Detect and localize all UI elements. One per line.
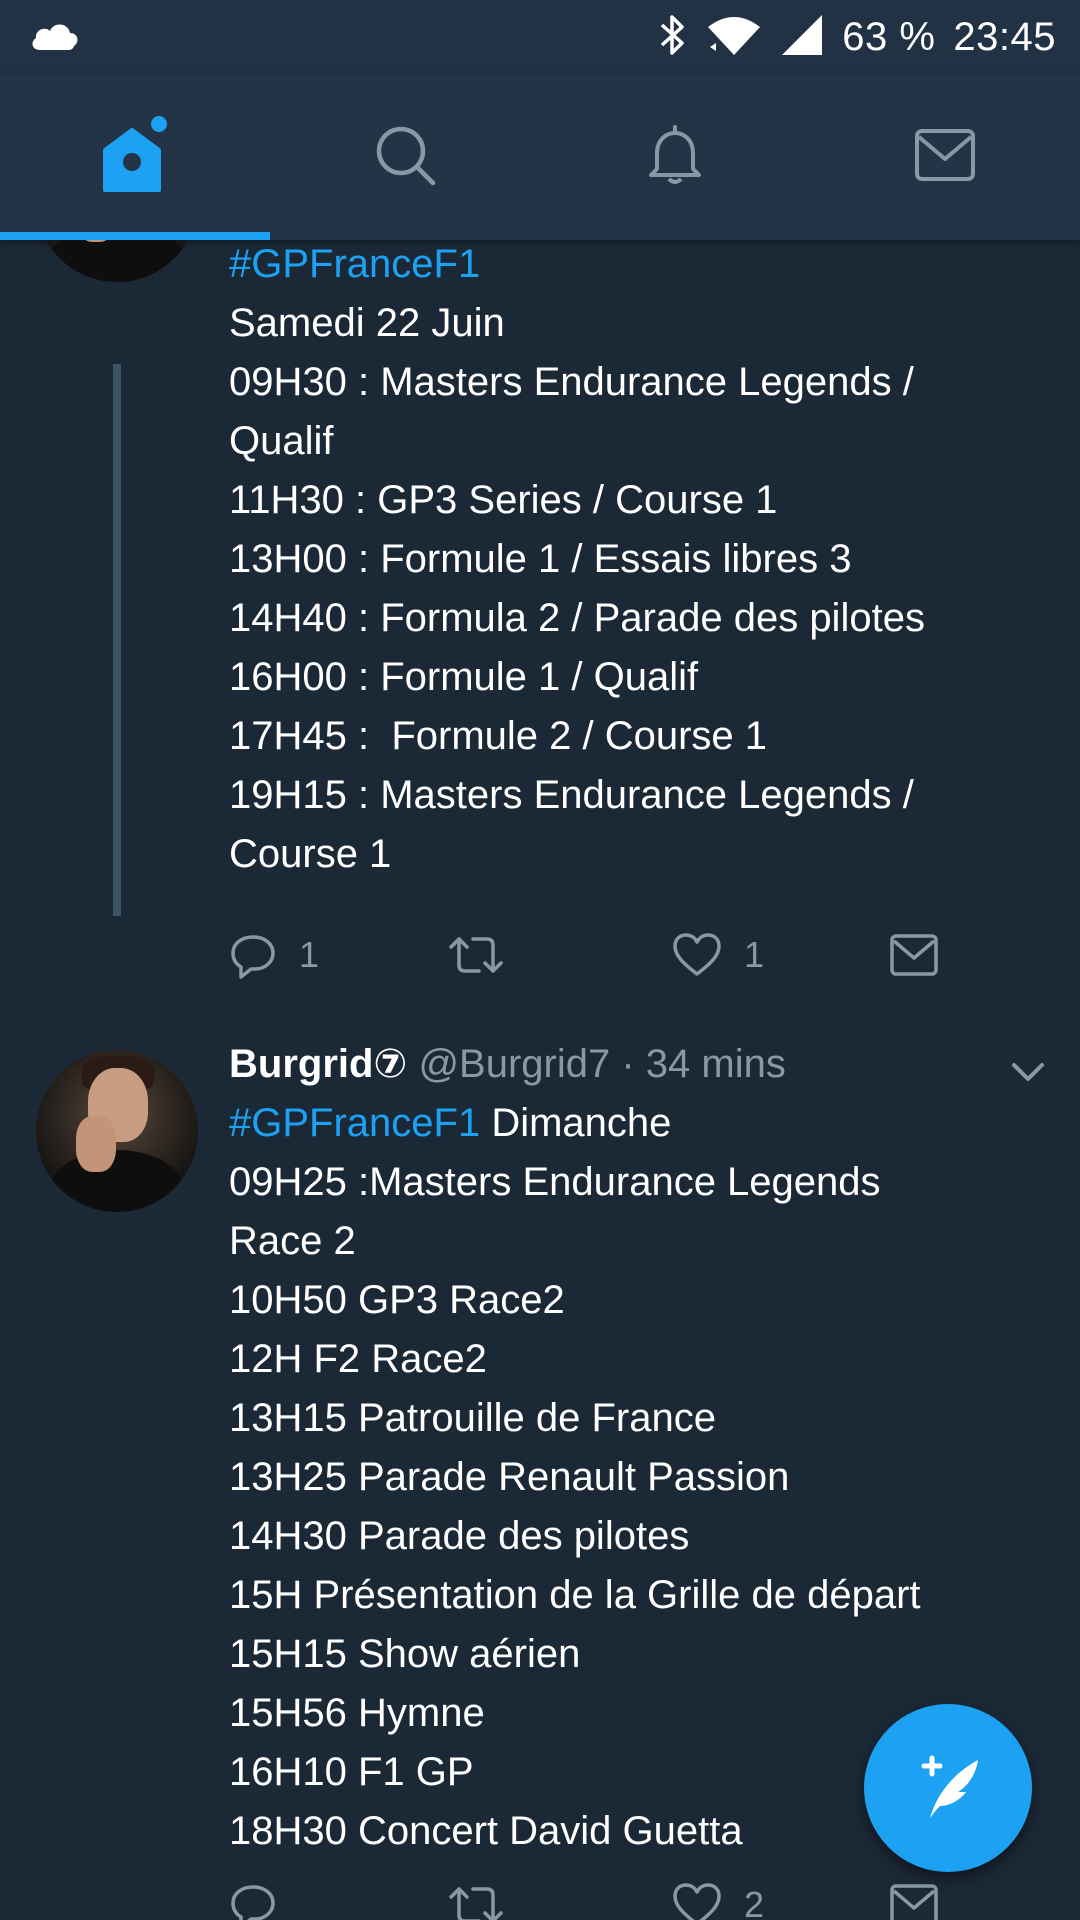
heart-icon [673, 933, 721, 976]
hashtag-link[interactable]: #GPFranceF1 [229, 1101, 480, 1145]
retweet-button[interactable] [447, 925, 527, 985]
clock-text: 23:45 [953, 14, 1056, 59]
tweet-line: 19H15 : Masters Endurance Legends / [229, 773, 914, 817]
tweet-line: 15H Présentation de la Grille de départ [229, 1573, 921, 1617]
mail-icon [913, 127, 977, 188]
tweet-line: 15H15 Show aérien [229, 1632, 581, 1676]
like-button[interactable]: 2 [672, 1875, 764, 1920]
tweet-timestamp: · 34 mins [621, 1042, 786, 1086]
home-icon [99, 112, 171, 203]
tweet-line: Samedi 22 Juin [229, 301, 505, 345]
reply-button[interactable] [229, 1875, 299, 1920]
status-bar: 63 % 23:45 [0, 0, 1080, 74]
reply-icon [231, 935, 275, 979]
tweet-line: 13H00 : Formule 1 / Essais libres 3 [229, 537, 852, 581]
tweet-header: Burgrid⑦ @Burgrid7 · 34 mins [229, 1035, 1029, 1094]
tweet-line: 17H45 : Formule 2 / Course 1 [229, 714, 768, 758]
hashtag-link[interactable]: #GPFranceF1 [229, 242, 480, 286]
like-count: 1 [744, 934, 765, 975]
cloud-icon [28, 16, 80, 61]
tweet-options-chevron-icon[interactable] [1010, 1060, 1046, 1089]
tab-messages[interactable] [810, 74, 1080, 240]
display-name[interactable]: Burgrid⑦ [229, 1042, 407, 1086]
tweet-line: Qualif [229, 419, 334, 463]
like-count: 2 [744, 1884, 765, 1920]
tweet-line: 13H15 Patrouille de France [229, 1396, 716, 1440]
retweet-icon [449, 1887, 503, 1920]
search-icon [373, 123, 437, 192]
thread-connector [113, 364, 121, 916]
active-tab-indicator [0, 232, 270, 240]
retweet-icon [449, 937, 503, 973]
wifi-icon [706, 13, 762, 62]
reply-count: 1 [299, 934, 320, 975]
reply-button[interactable]: 1 [229, 925, 319, 985]
bell-icon [643, 123, 707, 192]
user-handle[interactable]: @Burgrid7 [418, 1042, 610, 1086]
tweet-line: 13H25 Parade Renault Passion [229, 1455, 790, 1499]
bluetooth-icon [658, 13, 688, 62]
tweet-line: Race 2 [229, 1219, 356, 1263]
tweet-line: 09H30 : Masters Endurance Legends / [229, 360, 914, 404]
tweet-line: Dimanche [480, 1101, 672, 1145]
heart-icon [673, 1883, 721, 1920]
battery-text: 63 % [842, 14, 936, 59]
tweet-line: 14H40 : Formula 2 / Parade des pilotes [229, 596, 925, 640]
tweet-actions: 1 1 [229, 925, 1019, 985]
tweet-line: 09H25 :Masters Endurance Legends [229, 1160, 881, 1204]
reply-icon [231, 1885, 275, 1920]
share-dm-button[interactable] [889, 925, 939, 985]
avatar[interactable] [36, 240, 198, 282]
compose-tweet-button[interactable] [864, 1704, 1032, 1872]
mail-icon [890, 1884, 938, 1920]
mail-icon [890, 934, 938, 976]
tweet-line: 16H00 : Formule 1 / Qualif [229, 655, 699, 699]
signal-icon [780, 13, 824, 62]
status-indicators: 63 % 23:45 [658, 12, 1056, 62]
timeline[interactable]: #GPFranceF1 Samedi 22 Juin 09H30 : Maste… [0, 240, 1080, 1920]
tweet-line: Course 1 [229, 832, 392, 876]
tab-search[interactable] [270, 74, 540, 240]
compose-tweet-icon [906, 1744, 990, 1833]
avatar[interactable] [36, 1050, 198, 1212]
tweet-line: 12H F2 Race2 [229, 1337, 487, 1381]
tab-home[interactable] [0, 74, 270, 240]
tweet-line: 14H30 Parade des pilotes [229, 1514, 690, 1558]
twitter-screen: 63 % 23:45 #GPFranceF1 Samedi 22 Juin 09… [0, 0, 1080, 1920]
tab-notifications[interactable] [540, 74, 810, 240]
top-tab-bar [0, 74, 1080, 240]
retweet-button[interactable] [447, 1875, 527, 1920]
tweet-line: 10H50 GP3 Race2 [229, 1278, 565, 1322]
like-button[interactable]: 1 [672, 925, 764, 985]
tweet-text: #GPFranceF1 Samedi 22 Juin 09H30 : Maste… [229, 240, 1029, 884]
share-dm-button[interactable] [889, 1875, 939, 1920]
tweet-line: 11H30 : GP3 Series / Course 1 [229, 478, 778, 522]
tweet-actions: 2 [229, 1875, 1019, 1920]
